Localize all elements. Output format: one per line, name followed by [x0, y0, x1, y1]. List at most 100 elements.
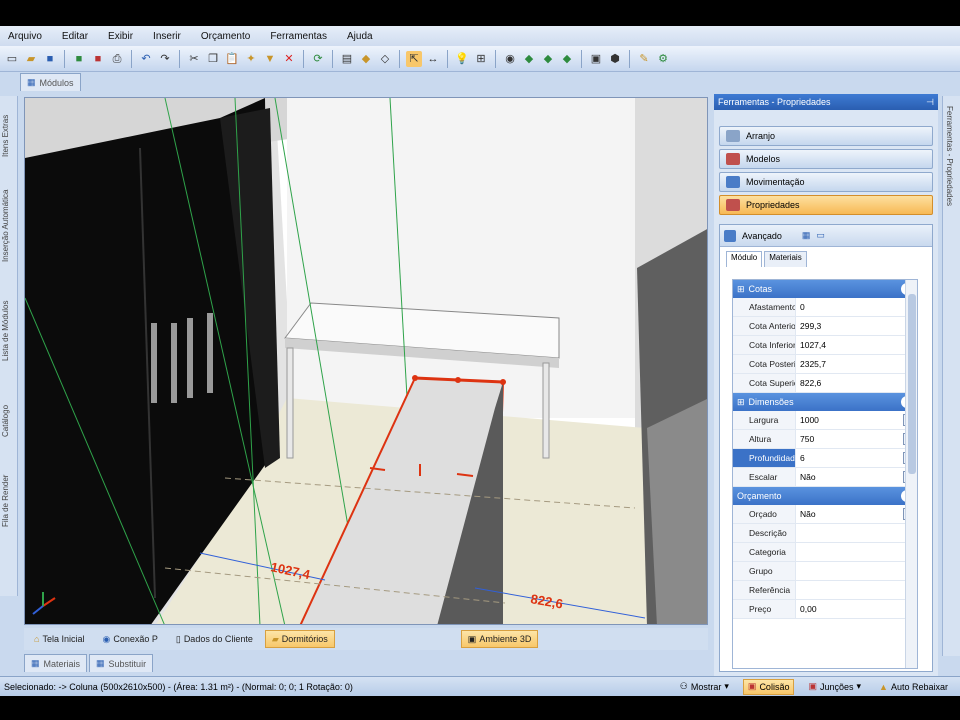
tool-a-icon[interactable]: ◆ — [521, 51, 537, 67]
property-value[interactable] — [795, 524, 917, 542]
cut-icon[interactable]: ✂ — [186, 51, 202, 67]
property-value[interactable]: 822,6 — [795, 374, 917, 392]
pen-icon[interactable]: ✎ — [636, 51, 652, 67]
nav-modelos[interactable]: Modelos — [719, 149, 933, 169]
wand-icon[interactable]: ✦ — [243, 51, 259, 67]
property-value[interactable] — [795, 543, 917, 561]
materials-icon: ▦ — [31, 658, 40, 668]
tab-tela-inicial[interactable]: ⌂ Tela Inicial — [28, 630, 90, 648]
save-icon[interactable]: ■ — [42, 51, 58, 67]
copy-icon[interactable]: ❐ — [205, 51, 221, 67]
tool-b-icon[interactable]: ◆ — [540, 51, 556, 67]
colisao-toggle[interactable]: ▣ Colisão — [742, 678, 795, 695]
section-orcamento[interactable]: Orçamento ˄ — [733, 487, 917, 505]
auto-rebaixar-toggle[interactable]: ▲ Auto Rebaixar — [875, 679, 952, 695]
dock-tab-propriedades[interactable]: Ferramentas - Propriedades — [945, 106, 954, 206]
property-scrollbar[interactable] — [905, 280, 917, 668]
paste-icon[interactable]: 📋 — [224, 51, 240, 67]
eye-icon[interactable]: ◉ — [502, 51, 518, 67]
tab-substituir[interactable]: ▦ Substituir — [89, 654, 154, 672]
print-setup-icon[interactable]: ⎙ — [109, 51, 125, 67]
property-value[interactable]: 0,00 — [795, 600, 917, 618]
refresh-icon[interactable]: ⟳ — [310, 51, 326, 67]
pin-icon[interactable]: ⊣ — [926, 97, 934, 108]
property-value[interactable]: 6› — [795, 449, 917, 467]
section-dimensoes[interactable]: ⊞ Dimensões ˄ — [733, 393, 917, 411]
tab-dormitorios[interactable]: ▰ Dormitórios — [264, 630, 335, 648]
dock-tab-itens-extras[interactable]: Itens Extras — [1, 106, 17, 166]
property-key: Descrição — [733, 524, 795, 542]
toolbar-separator — [64, 49, 65, 68]
toolbar-separator — [131, 49, 132, 68]
nav-arranjo[interactable]: Arranjo — [719, 126, 933, 146]
subtab-materiais[interactable]: Materiais — [764, 251, 807, 267]
mostrar-button[interactable]: ⚇ Mostrar ▾ — [676, 679, 733, 695]
gear-icon[interactable]: ⚙ — [655, 51, 671, 67]
3d-viewport[interactable]: 1027,4 822,6 — [24, 97, 708, 625]
3d-scene[interactable]: 1027,4 822,6 — [25, 98, 708, 625]
3d-icon: ▣ — [467, 633, 477, 644]
property-dropdown[interactable]: Não⌄ — [795, 505, 917, 523]
tab-ambiente-3d[interactable]: ▣ Ambiente 3D — [460, 630, 539, 648]
dimension-icon[interactable]: ↔ — [425, 51, 441, 67]
property-dropdown[interactable]: Não⌄ — [795, 468, 917, 486]
dock-tab-catalogo[interactable]: Catálogo — [1, 396, 17, 446]
property-value[interactable]: 1000› — [795, 411, 917, 429]
property-value[interactable]: 750› — [795, 430, 917, 448]
tab-conexao[interactable]: ◉ Conexão P — [96, 630, 163, 648]
auto-rebaixar-label: Auto Rebaixar — [890, 681, 948, 692]
light-icon[interactable]: 💡 — [454, 51, 470, 67]
property-value[interactable]: 1027,4 — [795, 336, 917, 354]
dock-tab-insercao[interactable]: Inserção Automática — [1, 176, 17, 276]
subtab-modulo[interactable]: Módulo — [726, 251, 763, 267]
tool-c-icon[interactable]: ◆ — [559, 51, 575, 67]
preview-icon[interactable]: ■ — [90, 51, 106, 67]
properties-panel-title: Ferramentas - Propriedades ⊣ — [714, 94, 938, 110]
property-key: Escalar — [733, 468, 795, 486]
advanced-button[interactable]: Avançado — [742, 231, 782, 241]
juncoes-button[interactable]: ▣ Junções ▾ — [804, 679, 865, 695]
menu-ferramentas[interactable]: Ferramentas — [270, 31, 327, 42]
scrollbar-thumb[interactable] — [908, 294, 916, 474]
menu-ajuda[interactable]: Ajuda — [347, 31, 373, 42]
menu-arquivo[interactable]: Arquivo — [8, 31, 42, 42]
property-value[interactable] — [795, 562, 917, 580]
view-tabs: ⌂ Tela Inicial ◉ Conexão P ▯ Dados do Clien… — [24, 628, 708, 650]
layout-icon[interactable]: ▤ — [339, 51, 355, 67]
property-value[interactable] — [795, 581, 917, 599]
nav-movimentacao[interactable]: Movimentação — [719, 172, 933, 192]
delete-icon[interactable]: ✕ — [281, 51, 297, 67]
open-icon[interactable]: ▰ — [23, 51, 39, 67]
cube-icon[interactable]: ⬢ — [607, 51, 623, 67]
redo-icon[interactable]: ↷ — [157, 51, 173, 67]
window-icon[interactable]: ▣ — [588, 51, 604, 67]
tab-substituir-label: Substituir — [108, 658, 147, 669]
property-value[interactable]: 299,3 — [795, 317, 917, 335]
bucket-icon[interactable]: ◆ — [358, 51, 374, 67]
property-value[interactable]: 0 — [795, 298, 917, 316]
tab-dados-cliente[interactable]: ▯ Dados do Cliente — [170, 630, 259, 648]
menu-orcamento[interactable]: Orçamento — [201, 31, 250, 42]
section-cotas[interactable]: ⊞ Cotas ˄ — [733, 280, 917, 298]
select-icon[interactable]: ⇱ — [406, 50, 422, 67]
shape-icon[interactable]: ◇ — [377, 51, 393, 67]
tab-materiais[interactable]: ▦ Materiais — [24, 654, 88, 672]
menu-inserir[interactable]: Inserir — [153, 31, 181, 42]
new-icon[interactable]: ▭ — [4, 51, 20, 67]
list-view-icon[interactable]: ▭ — [816, 230, 825, 241]
property-value[interactable]: 2325,7 — [795, 355, 917, 373]
undo-icon[interactable]: ↶ — [138, 51, 154, 67]
print-icon[interactable]: ■ — [71, 51, 87, 67]
menu-exibir[interactable]: Exibir — [108, 31, 133, 42]
brush-icon[interactable]: ▼ — [262, 51, 278, 67]
toolbar-separator — [303, 49, 304, 68]
menu-editar[interactable]: Editar — [62, 31, 88, 42]
dock-tab-lista-modulos[interactable]: Lista de Módulos — [1, 291, 17, 371]
nav-movimentacao-label: Movimentação — [746, 177, 805, 187]
tab-modulos[interactable]: ▦ Módulos — [20, 73, 81, 91]
snap-icon[interactable]: ⊞ — [473, 51, 489, 67]
dock-tab-fila-render[interactable]: Fila de Render — [1, 466, 17, 536]
property-key: Referência — [733, 581, 795, 599]
grid-view-icon[interactable]: ▦ — [802, 230, 811, 241]
nav-propriedades[interactable]: Propriedades — [719, 195, 933, 215]
